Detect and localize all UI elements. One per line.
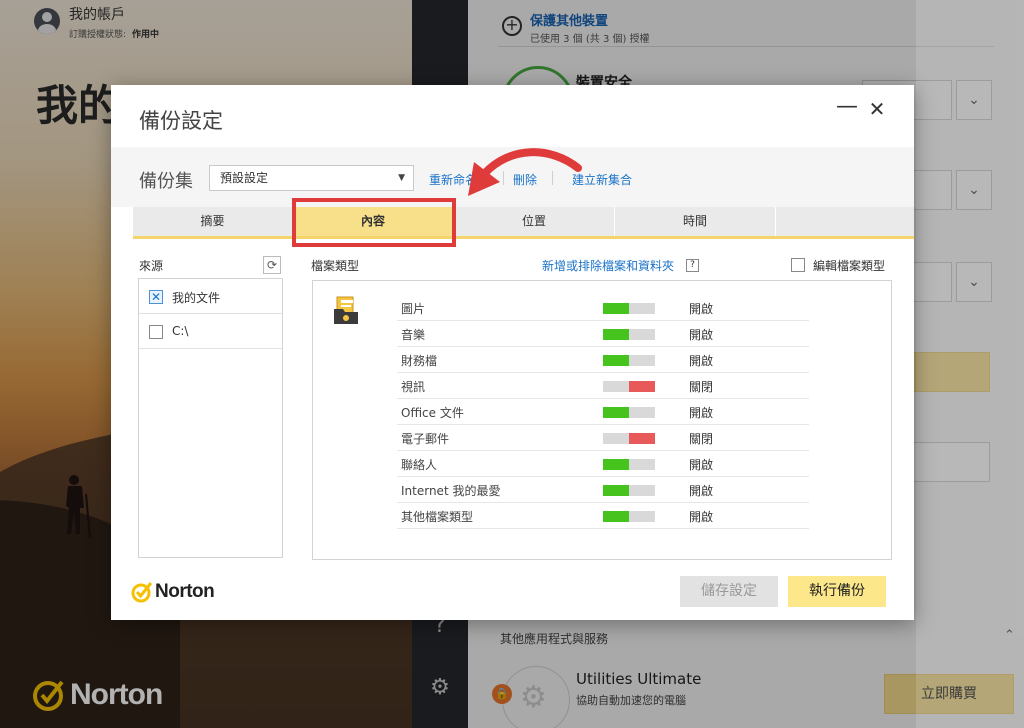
tab-time[interactable]: 時間 — [615, 207, 776, 236]
file-type-row[interactable]: Office 文件 開啟 — [397, 399, 809, 425]
checkbox[interactable] — [791, 258, 805, 272]
close-icon[interactable]: ✕ — [865, 97, 889, 121]
toggle-knob — [629, 381, 655, 392]
file-type-state: 開啟 — [689, 302, 714, 316]
norton-logo: Norton — [131, 581, 215, 603]
tab-empty — [776, 207, 914, 236]
file-type-row[interactable]: 財務檔 開啟 — [397, 347, 809, 373]
backup-set-value: 預設設定 — [220, 171, 269, 185]
file-type-row[interactable]: 圖片 開啟 — [397, 295, 809, 321]
toggle-on[interactable] — [603, 485, 655, 496]
toggle-on[interactable] — [603, 407, 655, 418]
file-type-name: 其他檔案類型 — [401, 510, 474, 524]
toggle-on[interactable] — [603, 511, 655, 522]
annotation-highlight-box — [292, 198, 456, 247]
file-type-state: 開啟 — [689, 458, 714, 472]
refresh-icon[interactable]: ⟳ — [263, 256, 281, 274]
toggle-knob — [603, 355, 629, 366]
edit-file-types-label: 編輯檔案類型 — [813, 259, 886, 273]
file-types-label: 檔案類型 — [311, 259, 360, 273]
toggle-on[interactable] — [603, 303, 655, 314]
toggle-knob — [603, 329, 629, 340]
file-type-name: 視訊 — [401, 380, 426, 394]
file-type-row[interactable]: Internet 我的最愛 開啟 — [397, 477, 809, 503]
file-type-name: 電子郵件 — [401, 432, 450, 446]
backup-set-select[interactable]: 預設設定 ▼ — [209, 165, 414, 191]
backup-set-label: 備份集 — [139, 171, 193, 192]
file-type-state: 關閉 — [689, 432, 714, 446]
file-type-name: Office 文件 — [401, 406, 464, 420]
file-type-state: 關閉 — [689, 380, 714, 394]
run-backup-button[interactable]: 執行備份 — [788, 576, 886, 607]
file-type-state: 開啟 — [689, 484, 714, 498]
source-item[interactable]: ✕ 我的文件 — [139, 279, 282, 314]
source-label: 來源 — [139, 259, 164, 273]
file-type-state: 開啟 — [689, 406, 714, 420]
save-settings-button[interactable]: 儲存設定 — [680, 576, 778, 607]
file-type-name: 音樂 — [401, 328, 426, 342]
annotation-arrow-icon — [468, 148, 582, 196]
file-type-row[interactable]: 音樂 開啟 — [397, 321, 809, 347]
checkbox[interactable] — [149, 325, 163, 339]
file-types-list: 圖片 開啟 音樂 開啟 財務檔 開啟 視訊 關閉 Office 文件 開啟 電子郵件 關閉 聯絡人 開啟 I… — [312, 280, 892, 560]
file-type-name: 財務檔 — [401, 354, 438, 368]
file-type-state: 開啟 — [689, 354, 714, 368]
source-item[interactable]: C:\ — [139, 314, 282, 349]
files-folder-icon — [334, 296, 358, 324]
file-type-name: Internet 我的最愛 — [401, 484, 501, 498]
file-type-row[interactable]: 視訊 關閉 — [397, 373, 809, 399]
toggle-knob — [603, 303, 629, 314]
toggle-on[interactable] — [603, 329, 655, 340]
add-exclude-link[interactable]: 新增或排除檔案和資料夾 — [542, 257, 674, 274]
minimize-icon[interactable]: — — [835, 96, 859, 121]
file-type-name: 圖片 — [401, 302, 426, 316]
file-type-state: 開啟 — [689, 328, 714, 342]
source-item-label: C:\ — [172, 324, 189, 338]
toggle-on[interactable] — [603, 355, 655, 366]
file-type-state: 開啟 — [689, 510, 714, 524]
norton-check-icon — [131, 582, 153, 603]
file-type-row[interactable]: 聯絡人 開啟 — [397, 451, 809, 477]
dialog-title: 備份設定 — [139, 109, 223, 133]
tab-summary[interactable]: 摘要 — [133, 207, 293, 236]
source-list: ✕ 我的文件 C:\ — [138, 278, 283, 558]
overlay-strip — [916, 0, 1024, 728]
caret-down-icon: ▼ — [398, 173, 405, 183]
file-type-row[interactable]: 電子郵件 關閉 — [397, 425, 809, 451]
file-type-name: 聯絡人 — [401, 458, 438, 472]
toggle-knob — [603, 407, 629, 418]
norton-logo-text: Norton — [155, 581, 215, 602]
toggle-off[interactable] — [603, 433, 655, 444]
file-type-row[interactable]: 其他檔案類型 開啟 — [397, 503, 809, 529]
source-item-label: 我的文件 — [172, 291, 221, 305]
toggle-knob — [603, 459, 629, 470]
toggle-knob — [603, 511, 629, 522]
help-icon[interactable]: ? — [686, 259, 699, 272]
checkbox-checked[interactable]: ✕ — [149, 290, 163, 304]
toggle-knob — [629, 433, 655, 444]
toggle-on[interactable] — [603, 459, 655, 470]
toggle-off[interactable] — [603, 381, 655, 392]
toggle-knob — [603, 485, 629, 496]
